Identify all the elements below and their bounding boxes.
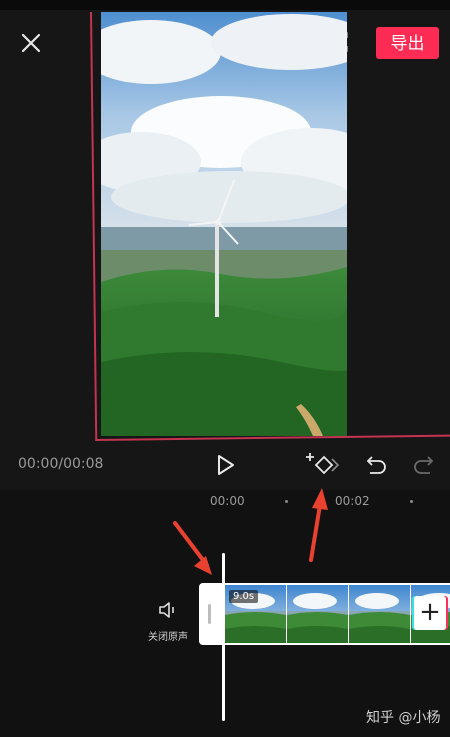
timeline-tick: 00:02 <box>335 494 370 508</box>
speaker-icon <box>159 602 174 618</box>
timeline-tick: 00:00 <box>210 494 245 508</box>
tick-dot <box>410 500 413 503</box>
redo-icon <box>414 456 434 474</box>
add-keyframe-icon <box>306 453 340 475</box>
arrowhead-icon <box>312 488 328 510</box>
clip-trim-handle[interactable] <box>208 604 211 624</box>
tick-dot <box>285 500 288 503</box>
undo-button[interactable] <box>360 450 390 480</box>
undo-icon <box>366 456 386 474</box>
add-clip-button[interactable]: + <box>414 596 446 630</box>
play-button[interactable] <box>210 450 240 480</box>
mute-original-button[interactable]: 关闭原声 <box>140 596 196 646</box>
time-display: 00:00/00:08 <box>18 456 104 472</box>
play-icon <box>218 455 234 475</box>
video-preview[interactable] <box>101 12 347 436</box>
playhead[interactable] <box>222 553 225 721</box>
close-button[interactable] <box>16 28 46 58</box>
mute-label: 关闭原声 <box>148 632 188 643</box>
arrow-to-playhead <box>173 521 205 562</box>
arrow-to-keyframe <box>309 503 322 562</box>
close-icon <box>21 33 41 53</box>
watermark: 知乎 @小杨 <box>366 710 441 726</box>
video-frame <box>101 12 347 436</box>
redo-button[interactable] <box>410 450 440 480</box>
arrowhead-icon <box>194 556 212 575</box>
keyframe-button[interactable] <box>306 450 342 480</box>
clip-duration-badge: 9.0s <box>229 590 259 603</box>
